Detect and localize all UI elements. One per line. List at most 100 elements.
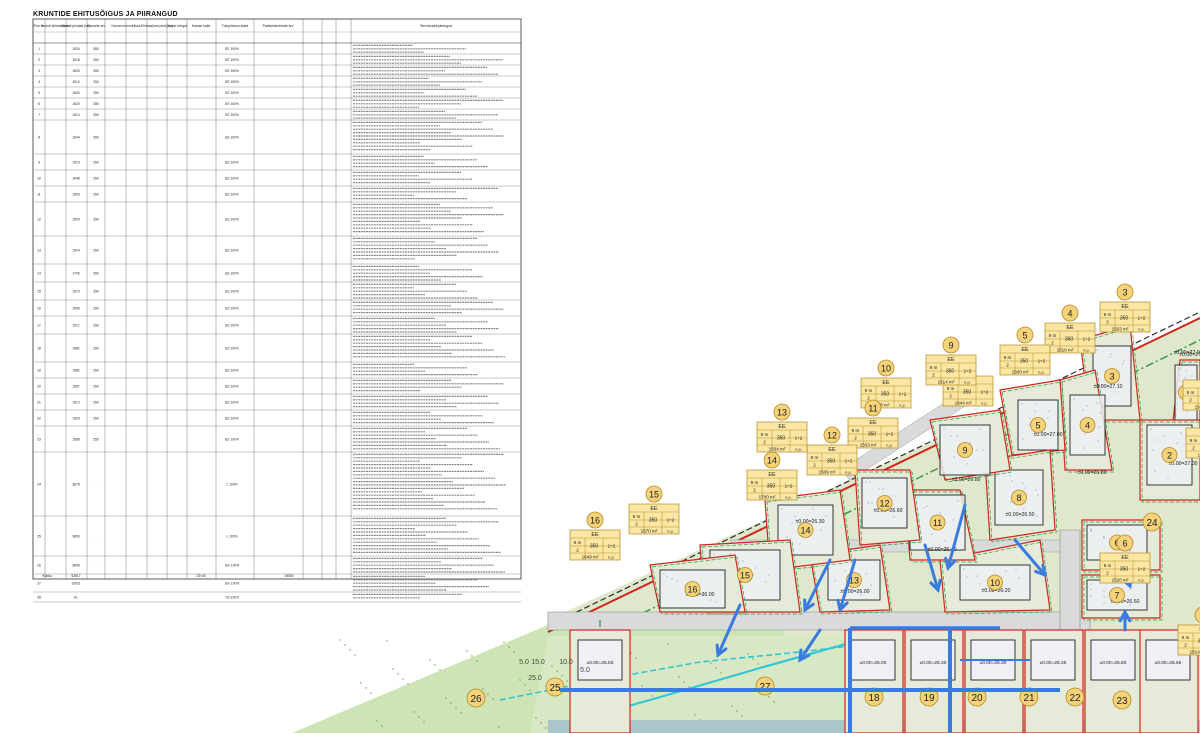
lot-elevation-5: ±0.00=27.00 — [1034, 432, 1063, 438]
park-hatch — [545, 727, 547, 729]
table-cell-ehf: 350 — [93, 346, 99, 350]
building-hatch — [1096, 349, 1098, 351]
lot-number: 4 — [1085, 421, 1090, 431]
table-cell-ehf: 350 — [93, 416, 99, 420]
building-hatch — [729, 553, 731, 555]
lot-card-np: n.p. — [886, 443, 893, 448]
table-cell-note: EE 100% — [225, 47, 239, 51]
building-hatch — [1083, 447, 1085, 449]
lot-card-zone: EE — [1021, 347, 1029, 353]
building-hatch — [1110, 353, 1112, 355]
park-hatch — [402, 678, 404, 680]
table-cell-area: 1582 — [72, 368, 80, 372]
lot-card-extra: 1÷2 — [608, 544, 616, 549]
building-hatch — [1150, 428, 1152, 430]
table-cell-area: 1524 — [72, 416, 80, 420]
lot-card-extra: 1÷2 — [667, 518, 675, 523]
table-cell-nr: 13 — [37, 248, 41, 252]
building-hatch — [715, 601, 717, 603]
dimension-label: 10.0 — [559, 659, 573, 666]
park-hatch — [360, 682, 362, 684]
building-hatch — [931, 533, 933, 535]
building-hatch — [1178, 368, 1180, 370]
lot-card-5: 5 EE 9 m 2 350 1÷2 1500 m² n.p. — [999, 326, 1051, 376]
park-hatch — [678, 676, 680, 678]
lot-number: 14 — [800, 526, 810, 536]
lot-card-floors: 2 — [763, 440, 766, 445]
table-cell-ehf: 350 — [93, 306, 99, 310]
table-cell-area: 1585 — [72, 437, 80, 441]
table-cell-nr: 10 — [37, 176, 41, 180]
building-hatch — [1011, 480, 1013, 482]
table-cell-area: 1503 — [72, 192, 80, 196]
lot-elevation: ±0.00=26.60 — [1100, 660, 1127, 666]
building-hatch — [1023, 508, 1025, 510]
building-hatch — [1099, 412, 1101, 414]
lot-elevation-8: ±0.00=26.50 — [1006, 512, 1035, 518]
table-cell-nr: 14 — [37, 271, 41, 275]
building-hatch — [963, 568, 965, 570]
table-cell-area: 1510 — [72, 80, 80, 84]
table-cell-area: 1648 — [72, 176, 80, 180]
table-cell-nr: 9 — [38, 160, 40, 164]
table-cell-nr: 2 — [38, 58, 40, 62]
lot-card-ehf: 350 — [1120, 316, 1129, 322]
building-area — [1090, 639, 1136, 681]
lot-number: 5 — [1035, 421, 1040, 431]
lot-card-number: 5 — [1022, 331, 1027, 341]
building-hatch — [844, 570, 846, 572]
building-hatch — [1103, 596, 1105, 598]
lot-card-floors: 2 — [635, 522, 638, 527]
building-hatch — [676, 580, 678, 582]
table-cell-note: EE 100% — [225, 416, 239, 420]
table-cell-note: EE 100% — [225, 217, 239, 221]
park-hatch — [694, 714, 696, 716]
park-hatch — [354, 654, 356, 656]
table-cell-note: EE 100% — [225, 271, 239, 275]
building-hatch — [1029, 417, 1031, 419]
table-cell-ehf: 350 — [93, 248, 99, 252]
lot-card-area: 1649 m² — [582, 555, 599, 560]
table-cell-note: EE 100% — [225, 400, 239, 404]
lot-card-area: 1503 m² — [860, 443, 877, 448]
lot-card-height: 9 m — [761, 432, 769, 437]
table-cell-ehf: 350 — [93, 400, 99, 404]
building-hatch — [834, 580, 836, 582]
row-lot-21: ±0.00=26.35 — [1024, 629, 1084, 733]
park-hatch — [482, 688, 484, 690]
building-hatch — [939, 512, 941, 514]
table-cell-nr: 22 — [37, 416, 41, 420]
table-cell-note: EE 100% — [225, 346, 239, 350]
park-hatch — [439, 669, 441, 671]
lot-number: 9 — [962, 446, 967, 456]
row-lot-22: ±0.00=26.60 — [1084, 629, 1144, 733]
building-hatch — [1180, 432, 1182, 434]
park-hatch — [651, 695, 653, 697]
table-cell-nr: 1 — [38, 47, 40, 51]
table-cell-area: 3800 — [72, 534, 80, 538]
table-cell-nr: 11 — [37, 192, 41, 196]
table-cell-ehf: - — [95, 482, 96, 486]
table-cell-ehf: - — [95, 563, 96, 567]
zone-number-19: 19 — [923, 693, 935, 704]
table-cell-ehf: 350 — [93, 437, 99, 441]
lot-card-floors: 2 — [1189, 398, 1192, 403]
building-hatch — [781, 508, 783, 510]
table-cell-area: 3845 — [72, 563, 80, 567]
building-hatch — [1037, 494, 1039, 496]
park-hatch — [386, 640, 388, 642]
lot-card-extra: 1÷2 — [1138, 316, 1146, 321]
lot-card-area: 1510 m² — [1057, 348, 1074, 353]
lot-card-np: n.p. — [981, 401, 988, 406]
table-cell-ehf: 350 — [93, 217, 99, 221]
zone-number-18: 18 — [868, 693, 880, 704]
table-cell-nr: 12 — [37, 217, 41, 221]
lot-card-13: 13 EE 9 m 2 350 1÷2 1504 m² n.p. — [756, 403, 808, 453]
building-area — [577, 639, 623, 681]
park-hatch — [370, 692, 372, 694]
park-hatch — [556, 670, 558, 672]
lot-card-number: 9 — [948, 341, 953, 351]
table-cell-nr: 6 — [38, 102, 40, 106]
lot-card-zone: EE — [869, 420, 877, 426]
lot-card-14: 14 EE 9 m 2 350 1÷2 1700 m² n.p. — [746, 451, 798, 501]
